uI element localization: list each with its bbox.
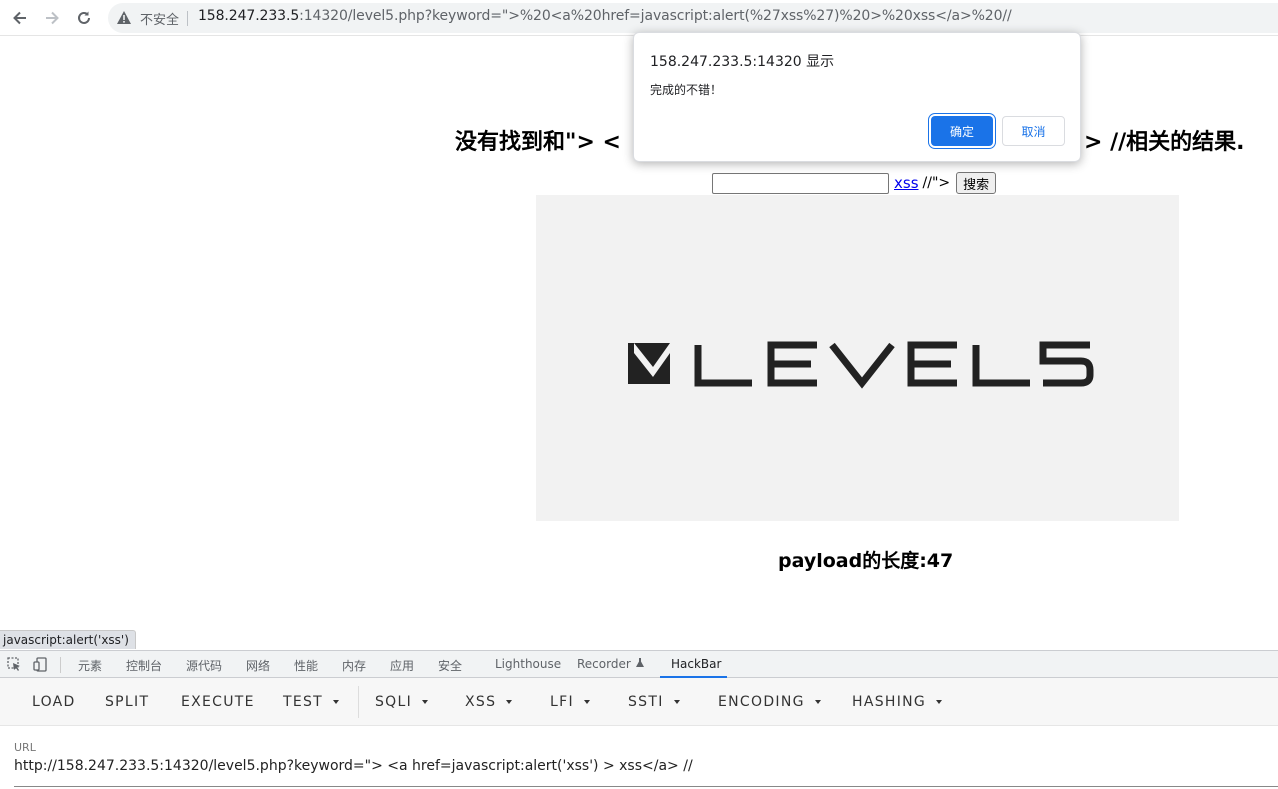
xss-label: XSS [465,694,497,710]
devtools-tabbar: 元素 控制台 源代码 网络 性能 内存 应用 安全 Lighthouse Rec… [0,650,1278,678]
level5-logo-image [536,195,1179,521]
url-input[interactable]: http://158.247.233.5:14320/level5.php?ke… [14,758,693,774]
alert-dialog: 158.247.233.5:14320 显示 完成的不错！ 确定 取消 [633,32,1081,162]
payload-length: payload的长度:47 [778,550,954,572]
tab-network[interactable]: 网络 [246,657,270,674]
load-button[interactable]: LOAD [32,694,76,710]
tab-elements[interactable]: 元素 [78,657,102,674]
caret-down-icon [936,700,943,704]
ssti-label: SSTI [628,694,664,710]
page-heading: 没有找到和"> < > //相关的结果. [455,124,1245,156]
caret-down-icon [333,700,340,704]
divider [187,11,188,26]
ssti-menu-button[interactable]: SSTI [628,694,680,710]
heading-start: 没有找到和"> < [455,130,621,155]
arrow-right-icon [46,11,59,25]
hashing-menu-button[interactable]: HASHING [852,694,943,710]
split-label: SPLIT [105,694,150,710]
browser-toolbar: 不安全 158.247.233.5:14320/level5.php?keywo… [0,0,1278,36]
hashing-label: HASHING [852,694,927,710]
address-bar[interactable]: 不安全 158.247.233.5:14320/level5.php?keywo… [108,3,1278,33]
device-toolbar-icon[interactable] [33,657,48,672]
caret-down-icon [673,700,680,704]
tab-sources[interactable]: 源代码 [186,657,222,674]
dialog-title: 158.247.233.5:14320 显示 [650,54,835,70]
input-underline [14,786,1278,787]
caret-down-icon [422,700,429,704]
tab-recorder-label: Recorder [577,657,631,671]
insecure-label: 不安全 [140,13,180,28]
tab-performance[interactable]: 性能 [294,657,318,674]
flask-icon [635,658,644,667]
inspect-icon[interactable] [7,657,22,672]
execute-button[interactable]: EXECUTE [181,694,255,710]
tab-memory[interactable]: 内存 [342,657,366,674]
tab-application[interactable]: 应用 [390,657,414,674]
test-menu-button[interactable]: TEST [283,694,340,710]
hackbar-url-field[interactable]: URL http://158.247.233.5:14320/level5.ph… [0,727,1278,789]
dialog-message: 完成的不错！ [650,83,723,97]
url-label: URL [14,741,36,754]
execute-label: EXECUTE [181,694,255,710]
xss-link[interactable]: xss [894,174,919,192]
encoding-label: ENCODING [718,694,805,710]
caret-down-icon [583,700,590,704]
injected-text: //"> [922,175,951,191]
load-label: LOAD [32,694,76,710]
cancel-button[interactable]: 取消 [1002,116,1065,146]
warning-icon [117,11,131,24]
status-bubble: javascript:alert('xss') [0,630,136,649]
xss-menu-button[interactable]: XSS [465,694,513,710]
level5-logo [628,341,1094,389]
tab-security[interactable]: 安全 [438,657,462,674]
url-path: :14320/level5.php?keyword=">%20<a%20href… [299,8,1012,24]
tab-recorder[interactable]: Recorder [577,657,645,671]
heading-end: > //相关的结果. [1084,130,1245,155]
arrow-left-icon [13,11,26,25]
lfi-label: LFI [550,694,574,710]
caret-down-icon [506,700,513,704]
search-button[interactable]: 搜索 [956,172,997,194]
tab-console[interactable]: 控制台 [126,657,162,674]
split-button[interactable]: SPLIT [105,694,149,710]
ok-button[interactable]: 确定 [931,116,993,146]
test-label: TEST [283,694,324,710]
encoding-menu-button[interactable]: ENCODING [718,694,821,710]
divider [358,686,359,718]
reload-icon [78,11,90,24]
search-form: xss //"> 搜索 [712,172,997,194]
reload-button[interactable] [72,6,96,30]
url-text: 158.247.233.5:14320/level5.php?keyword="… [198,8,1012,24]
tab-hackbar[interactable]: HackBar [671,657,721,671]
tab-lighthouse[interactable]: Lighthouse [495,657,561,671]
lfi-menu-button[interactable]: LFI [550,694,590,710]
sqli-label: SQLI [375,694,413,710]
back-button[interactable] [8,6,32,30]
search-input[interactable] [712,172,889,194]
caret-down-icon [814,700,821,704]
divider [60,657,61,673]
url-host: 158.247.233.5 [198,8,300,24]
hackbar-toolbar: LOAD SPLIT EXECUTE TEST SQLI XSS LFI SST… [0,678,1278,726]
forward-button[interactable] [40,6,64,30]
sqli-menu-button[interactable]: SQLI [375,694,429,710]
